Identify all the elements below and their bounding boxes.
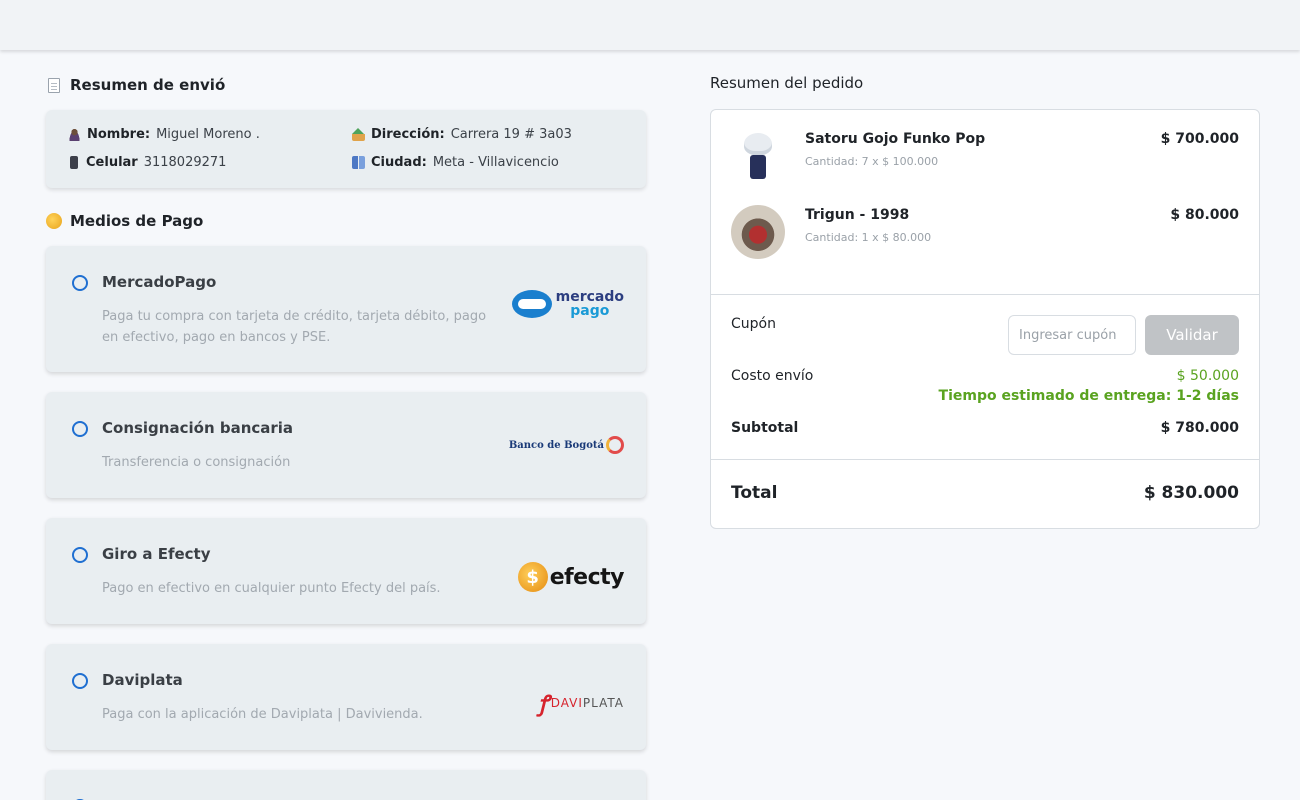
bank-moon-icon: [606, 436, 624, 454]
order-summary-column: Resumen del pedido Satoru Gojo Funko Pop…: [710, 74, 1260, 529]
total-value: $ 830.000: [1143, 483, 1239, 503]
shipping-info-card: Nombre: Miguel Moreno . Dirección: Carre…: [46, 110, 646, 188]
shipping-cost-value: $ 50.000: [1176, 368, 1239, 384]
payment-option-mercadopago[interactable]: MercadoPago Paga tu compra con tarjeta d…: [46, 246, 646, 372]
coupon-label: Cupón: [731, 316, 776, 332]
payment-option-efecty[interactable]: Giro a Efecty Pago en efectivo en cualqu…: [46, 518, 646, 624]
coin-icon: [46, 213, 62, 229]
coin-icon: $: [517, 562, 548, 592]
payment-radio-efecty[interactable]: [72, 547, 88, 563]
daviplata-mark-icon: ꝭ: [538, 692, 549, 717]
payment-radio-bank-transfer[interactable]: [72, 421, 88, 437]
phone-icon: [70, 156, 78, 169]
person-icon: [68, 128, 81, 141]
payment-option-bank-transfer[interactable]: Consignación bancaria Transferencia o co…: [46, 392, 646, 498]
shipping-city: Ciudad: Meta - Villavicencio: [352, 155, 559, 170]
shipping-address: Dirección: Carrera 19 # 3a03: [352, 127, 572, 142]
divider: [711, 294, 1259, 295]
shipping-phone: Celular 3118029271: [68, 155, 226, 170]
payment-radio-daviplata[interactable]: [72, 673, 88, 689]
handshake-icon: [511, 290, 552, 318]
payment-methods-title: Medios de Pago: [46, 210, 646, 232]
product-thumbnail: [731, 205, 785, 259]
efecty-logo: $ efecty: [517, 562, 625, 592]
subtotal-label: Subtotal: [731, 420, 799, 436]
payment-option-daviplata[interactable]: Daviplata Paga con la aplicación de Davi…: [46, 644, 646, 750]
order-product: Satoru Gojo Funko Pop Cantidad: 7 x $ 10…: [731, 129, 1239, 185]
daviplata-logo: ꝭ DAVIPLATA: [538, 688, 624, 718]
top-navbar: [0, 0, 1300, 50]
house-icon: [352, 128, 365, 141]
shipping-cost-label: Costo envío: [731, 368, 814, 384]
payment-option-more[interactable]: [46, 770, 646, 800]
coupon-input[interactable]: [1008, 315, 1136, 355]
city-icon: [352, 156, 365, 169]
subtotal-value: $ 780.000: [1160, 420, 1239, 436]
payment-radio-mercadopago[interactable]: [72, 275, 88, 291]
receipt-icon: [46, 77, 62, 93]
order-product: Trigun - 1998 Cantidad: 1 x $ 80.000 $ 8…: [731, 205, 1239, 261]
order-summary-card: Satoru Gojo Funko Pop Cantidad: 7 x $ 10…: [710, 109, 1260, 529]
validate-coupon-button[interactable]: Validar: [1145, 315, 1239, 355]
shipping-name: Nombre: Miguel Moreno .: [68, 127, 260, 142]
mercado-pago-logo: mercado pago: [511, 290, 624, 318]
order-summary-title: Resumen del pedido: [710, 74, 864, 92]
total-label: Total: [731, 483, 778, 503]
delivery-estimate: Tiempo estimado de entrega: 1-2 días: [938, 388, 1239, 404]
product-thumbnail: [731, 129, 785, 183]
divider: [711, 459, 1259, 460]
checkout-left-column: Resumen de envió Nombre: Miguel Moreno .…: [46, 74, 646, 800]
banco-de-bogota-logo: Banco de Bogotá: [509, 436, 624, 454]
shipping-summary-title: Resumen de envió: [46, 74, 646, 96]
